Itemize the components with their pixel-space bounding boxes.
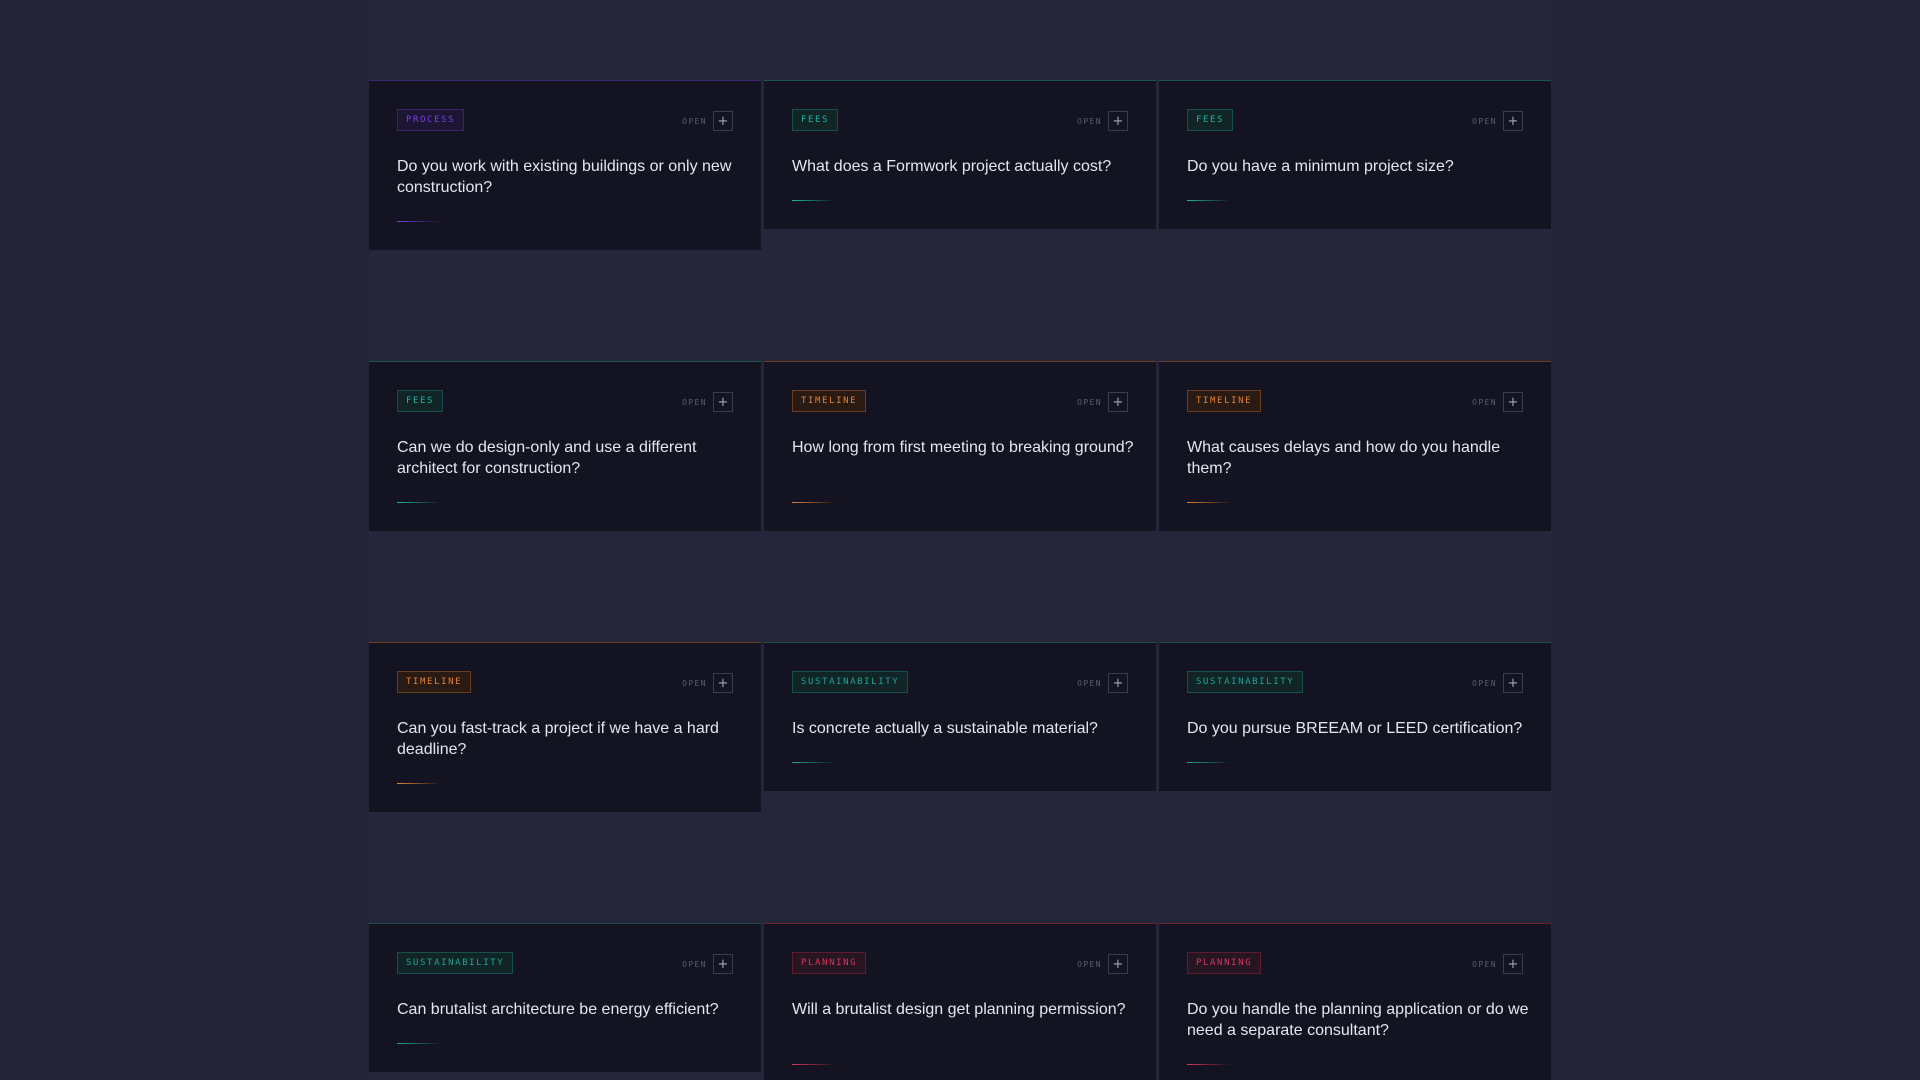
open-toggle[interactable]: OPEN + <box>682 954 733 974</box>
category-tag-fees: FEES <box>792 109 839 131</box>
open-label: OPEN <box>1077 397 1102 407</box>
faq-card[interactable]: PROCESS OPEN + Do you work with existing… <box>369 80 761 250</box>
category-tag-planning: PLANNING <box>1187 952 1262 974</box>
plus-icon[interactable]: + <box>1108 392 1128 412</box>
open-label: OPEN <box>1077 959 1102 969</box>
faq-question[interactable]: Do you have a minimum project size? <box>1187 156 1532 177</box>
faq-question[interactable]: Can we do design-only and use a differen… <box>397 437 742 479</box>
open-toggle[interactable]: OPEN + <box>682 111 733 131</box>
faq-card[interactable]: PLANNING OPEN + Will a brutalist design … <box>764 923 1156 1080</box>
faq-question[interactable]: Can you fast-track a project if we have … <box>397 718 742 760</box>
open-toggle[interactable]: OPEN + <box>1472 954 1523 974</box>
open-toggle[interactable]: OPEN + <box>682 673 733 693</box>
plus-icon[interactable]: + <box>713 392 733 412</box>
open-label: OPEN <box>682 116 707 126</box>
open-label: OPEN <box>1472 959 1497 969</box>
faq-question[interactable]: How long from first meeting to breaking … <box>792 437 1137 458</box>
faq-card[interactable]: TIMELINE OPEN + What causes delays and h… <box>1159 361 1551 531</box>
category-tag-timeline: TIMELINE <box>397 671 472 693</box>
faq-question[interactable]: What does a Formwork project actually co… <box>792 156 1137 177</box>
faq-card[interactable]: SUSTAINABILITY OPEN + Is concrete actual… <box>764 642 1156 791</box>
plus-icon[interactable]: + <box>1503 111 1523 131</box>
category-tag-sustainability: SUSTAINABILITY <box>792 671 909 693</box>
accent-underline <box>1187 1064 1231 1065</box>
open-label: OPEN <box>1077 678 1102 688</box>
open-toggle[interactable]: OPEN + <box>1077 392 1128 412</box>
accent-underline <box>397 1043 441 1044</box>
open-toggle[interactable]: OPEN + <box>1077 111 1128 131</box>
accent-underline <box>397 221 441 222</box>
open-label: OPEN <box>1472 116 1497 126</box>
faq-card[interactable]: FEES OPEN + Can we do design-only and us… <box>369 361 761 531</box>
open-toggle[interactable]: OPEN + <box>1472 392 1523 412</box>
plus-icon[interactable]: + <box>1503 673 1523 693</box>
faq-card[interactable]: FEES OPEN + What does a Formwork project… <box>764 80 1156 229</box>
open-toggle[interactable]: OPEN + <box>682 392 733 412</box>
accent-underline <box>1187 762 1231 763</box>
faq-question[interactable]: Can brutalist architecture be energy eff… <box>397 999 742 1020</box>
faq-card[interactable]: TIMELINE OPEN + How long from first meet… <box>764 361 1156 531</box>
open-toggle[interactable]: OPEN + <box>1077 954 1128 974</box>
plus-icon[interactable]: + <box>1503 954 1523 974</box>
faq-card[interactable]: TIMELINE OPEN + Can you fast-track a pro… <box>369 642 761 812</box>
faq-question[interactable]: What causes delays and how do you handle… <box>1187 437 1532 479</box>
plus-icon[interactable]: + <box>713 954 733 974</box>
faq-question[interactable]: Will a brutalist design get planning per… <box>792 999 1137 1020</box>
accent-underline <box>397 502 441 503</box>
accent-underline <box>1187 502 1231 503</box>
open-label: OPEN <box>682 397 707 407</box>
open-toggle[interactable]: OPEN + <box>1077 673 1128 693</box>
plus-icon[interactable]: + <box>713 673 733 693</box>
accent-underline <box>397 783 441 784</box>
accent-underline <box>792 502 836 503</box>
faq-card[interactable]: SUSTAINABILITY OPEN + Do you pursue BREE… <box>1159 642 1551 791</box>
faq-question[interactable]: Do you work with existing buildings or o… <box>397 156 742 198</box>
open-toggle[interactable]: OPEN + <box>1472 111 1523 131</box>
faq-card[interactable]: PLANNING OPEN + Do you handle the planni… <box>1159 923 1551 1080</box>
open-label: OPEN <box>1472 678 1497 688</box>
category-tag-timeline: TIMELINE <box>1187 390 1262 412</box>
category-tag-sustainability: SUSTAINABILITY <box>1187 671 1304 693</box>
faq-question[interactable]: Do you pursue BREEAM or LEED certificati… <box>1187 718 1532 739</box>
accent-underline <box>792 200 836 201</box>
category-tag-timeline: TIMELINE <box>792 390 867 412</box>
open-toggle[interactable]: OPEN + <box>1472 673 1523 693</box>
open-label: OPEN <box>1077 116 1102 126</box>
plus-icon[interactable]: + <box>1108 954 1128 974</box>
plus-icon[interactable]: + <box>1108 673 1128 693</box>
open-label: OPEN <box>1472 397 1497 407</box>
open-label: OPEN <box>682 959 707 969</box>
plus-icon[interactable]: + <box>713 111 733 131</box>
faq-question[interactable]: Do you handle the planning application o… <box>1187 999 1532 1041</box>
accent-underline <box>792 1064 836 1065</box>
category-tag-process: PROCESS <box>397 109 465 131</box>
category-tag-fees: FEES <box>397 390 444 412</box>
open-label: OPEN <box>682 678 707 688</box>
category-tag-sustainability: SUSTAINABILITY <box>397 952 514 974</box>
accent-underline <box>1187 200 1231 201</box>
plus-icon[interactable]: + <box>1503 392 1523 412</box>
faq-card[interactable]: FEES OPEN + Do you have a minimum projec… <box>1159 80 1551 229</box>
accent-underline <box>792 762 836 763</box>
category-tag-fees: FEES <box>1187 109 1234 131</box>
faq-question[interactable]: Is concrete actually a sustainable mater… <box>792 718 1137 739</box>
faq-card[interactable]: SUSTAINABILITY OPEN + Can brutalist arch… <box>369 923 761 1072</box>
category-tag-planning: PLANNING <box>792 952 867 974</box>
plus-icon[interactable]: + <box>1108 111 1128 131</box>
